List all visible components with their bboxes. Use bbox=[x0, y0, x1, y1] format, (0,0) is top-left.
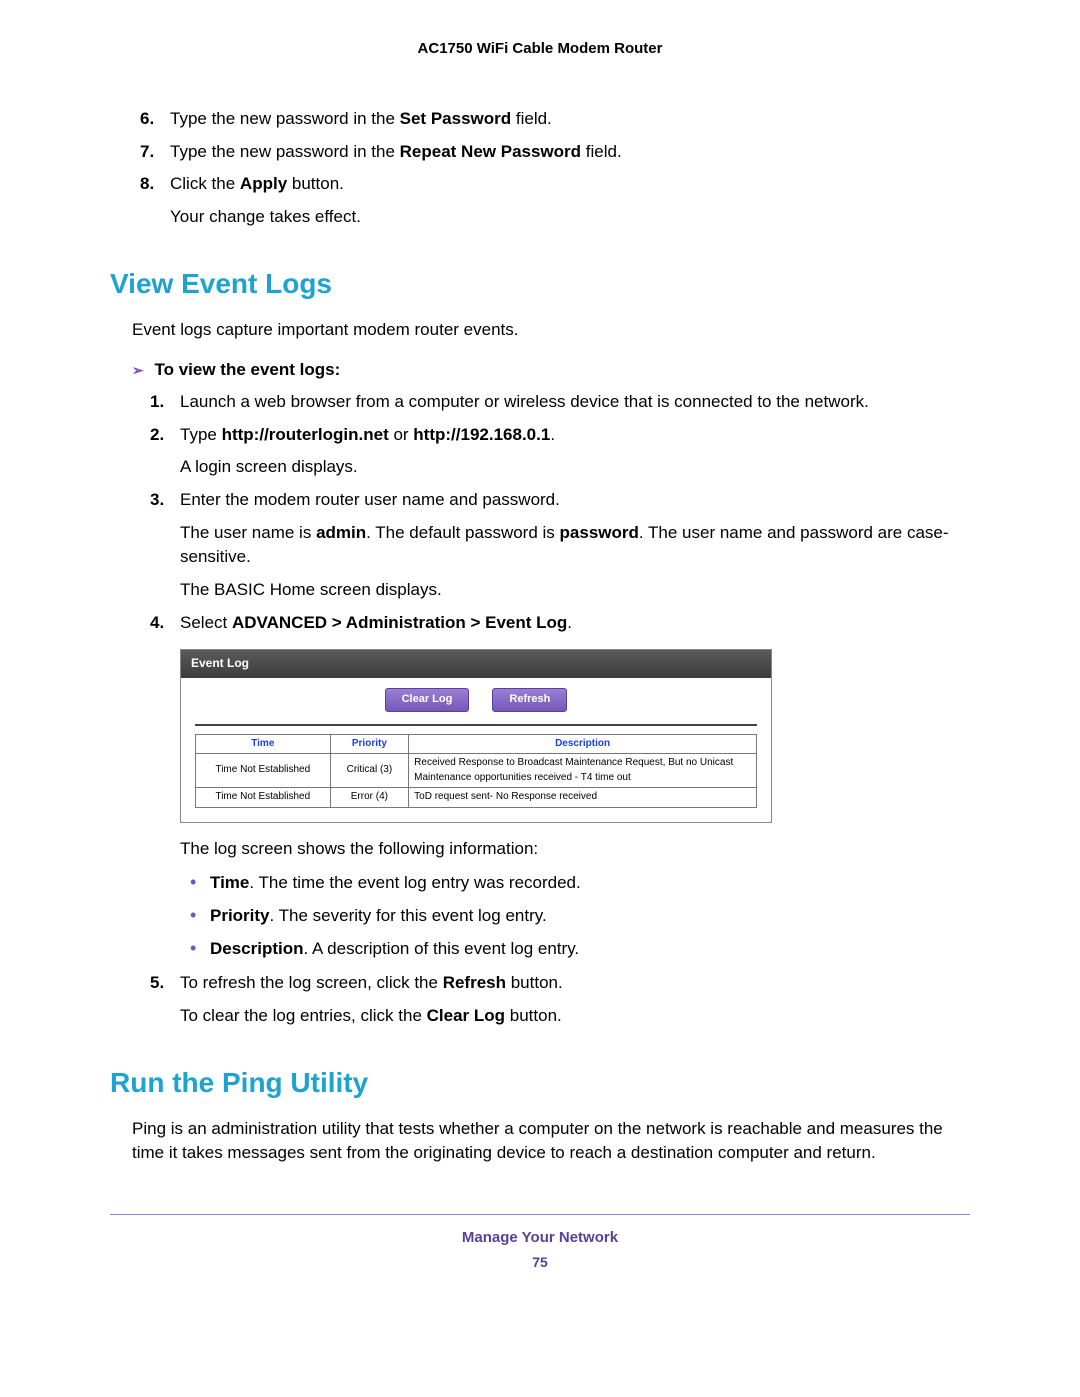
step-url: http://192.168.0.1 bbox=[413, 425, 550, 444]
step-text: field. bbox=[511, 109, 552, 128]
step-number: 6. bbox=[140, 107, 154, 132]
cell-time: Time Not Established bbox=[196, 788, 331, 808]
event-log-screenshot: Event Log Clear Log Refresh Time Priorit… bbox=[180, 649, 772, 822]
text: To clear the log entries, click the bbox=[180, 1006, 427, 1025]
heading-run-ping-utility: Run the Ping Utility bbox=[110, 1067, 970, 1099]
ping-intro: Ping is an administration utility that t… bbox=[132, 1117, 970, 1166]
step-text: field. bbox=[581, 142, 622, 161]
page-footer: Manage Your Network 75 bbox=[110, 1229, 970, 1270]
panel-body: Clear Log Refresh Time Priority Descript… bbox=[181, 678, 771, 822]
bold: password bbox=[560, 523, 639, 542]
text: . The time the event log entry was recor… bbox=[249, 873, 580, 892]
step-url: http://routerlogin.net bbox=[222, 425, 389, 444]
list-item: Priority. The severity for this event lo… bbox=[210, 904, 970, 929]
step-bold: Set Password bbox=[400, 109, 512, 128]
step-5: 5. To refresh the log screen, click the … bbox=[180, 971, 970, 996]
step-text: button. bbox=[506, 973, 563, 992]
list-item: Description. A description of this event… bbox=[210, 937, 970, 962]
step-8: 8. Click the Apply button. bbox=[170, 172, 970, 197]
page-number: 75 bbox=[110, 1254, 970, 1270]
step-text: Launch a web browser from a computer or … bbox=[180, 392, 869, 411]
password-steps: 6. Type the new password in the Set Pass… bbox=[110, 107, 970, 197]
step-result: Your change takes effect. bbox=[110, 205, 970, 230]
panel-button-row: Clear Log Refresh bbox=[195, 688, 757, 712]
cell-priority: Critical (3) bbox=[330, 754, 409, 788]
event-log-steps: 1. Launch a web browser from a computer … bbox=[110, 390, 970, 996]
section-intro: Event logs capture important modem route… bbox=[132, 318, 970, 343]
text: The user name is bbox=[180, 523, 316, 542]
step-result: A login screen displays. bbox=[180, 455, 970, 480]
step-6: 6. Type the new password in the Set Pass… bbox=[170, 107, 970, 132]
step-text: Type the new password in the bbox=[170, 142, 400, 161]
step-text: button. bbox=[287, 174, 344, 193]
cell-description: ToD request sent- No Response received bbox=[409, 788, 757, 808]
footer-divider bbox=[110, 1214, 970, 1215]
cell-time: Time Not Established bbox=[196, 754, 331, 788]
arrow-icon: ➢ bbox=[132, 362, 144, 379]
after-screenshot-text: The log screen shows the following infor… bbox=[180, 837, 970, 862]
document-header: AC1750 WiFi Cable Modem Router bbox=[110, 40, 970, 57]
step-number: 5. bbox=[150, 971, 164, 996]
step-number: 7. bbox=[140, 140, 154, 165]
cell-priority: Error (4) bbox=[330, 788, 409, 808]
field-descriptions: Time. The time the event log entry was r… bbox=[180, 871, 970, 961]
refresh-button[interactable]: Refresh bbox=[492, 688, 567, 712]
step-text: Enter the modem router user name and pas… bbox=[180, 490, 560, 509]
step-text: Click the bbox=[170, 174, 240, 193]
table-row: Time Not Established Error (4) ToD reque… bbox=[196, 788, 757, 808]
step-4: 4. Select ADVANCED > Administration > Ev… bbox=[180, 611, 970, 962]
text: . A description of this event log entry. bbox=[304, 939, 580, 958]
bold: Time bbox=[210, 873, 249, 892]
bold: admin bbox=[316, 523, 366, 542]
step-text: Type the new password in the bbox=[170, 109, 400, 128]
step-nav-path: ADVANCED > Administration > Event Log bbox=[232, 613, 567, 632]
step-3: 3. Enter the modem router user name and … bbox=[180, 488, 970, 603]
text: button. bbox=[505, 1006, 562, 1025]
step-number: 4. bbox=[150, 611, 164, 636]
step-text: Select bbox=[180, 613, 232, 632]
divider bbox=[195, 724, 757, 726]
page: AC1750 WiFi Cable Modem Router 6. Type t… bbox=[0, 0, 1080, 1320]
bold: Clear Log bbox=[427, 1006, 505, 1025]
clear-log-note: To clear the log entries, click the Clea… bbox=[110, 1004, 970, 1029]
list-item: Time. The time the event log entry was r… bbox=[210, 871, 970, 896]
step-text: . bbox=[550, 425, 555, 444]
bold: Description bbox=[210, 939, 304, 958]
cell-description: Received Response to Broadcast Maintenan… bbox=[409, 754, 757, 788]
clear-log-button[interactable]: Clear Log bbox=[385, 688, 470, 712]
step-number: 2. bbox=[150, 423, 164, 448]
footer-title: Manage Your Network bbox=[462, 1229, 618, 1246]
table-header-row: Time Priority Description bbox=[196, 734, 757, 754]
panel-titlebar: Event Log bbox=[181, 650, 771, 677]
step-bold: Refresh bbox=[443, 973, 506, 992]
step-bold: Apply bbox=[240, 174, 287, 193]
text: . The default password is bbox=[366, 523, 559, 542]
step-number: 3. bbox=[150, 488, 164, 513]
bold: Priority bbox=[210, 906, 270, 925]
event-log-table: Time Priority Description Time Not Estab… bbox=[195, 734, 757, 808]
col-description: Description bbox=[409, 734, 757, 754]
step-text: or bbox=[389, 425, 414, 444]
step-text: Type bbox=[180, 425, 222, 444]
step-result: The BASIC Home screen displays. bbox=[180, 578, 970, 603]
step-1: 1. Launch a web browser from a computer … bbox=[180, 390, 970, 415]
heading-view-event-logs: View Event Logs bbox=[110, 268, 970, 300]
step-number: 8. bbox=[140, 172, 154, 197]
col-priority: Priority bbox=[330, 734, 409, 754]
table-row: Time Not Established Critical (3) Receiv… bbox=[196, 754, 757, 788]
step-number: 1. bbox=[150, 390, 164, 415]
task-heading: ➢ To view the event logs: bbox=[132, 360, 970, 380]
step-2: 2. Type http://routerlogin.net or http:/… bbox=[180, 423, 970, 480]
text: . The severity for this event log entry. bbox=[270, 906, 547, 925]
step-follow: The user name is admin. The default pass… bbox=[180, 521, 970, 570]
col-time: Time bbox=[196, 734, 331, 754]
step-text: . bbox=[567, 613, 572, 632]
step-bold: Repeat New Password bbox=[400, 142, 581, 161]
step-7: 7. Type the new password in the Repeat N… bbox=[170, 140, 970, 165]
step-text: To refresh the log screen, click the bbox=[180, 973, 443, 992]
task-label: To view the event logs: bbox=[154, 360, 340, 379]
